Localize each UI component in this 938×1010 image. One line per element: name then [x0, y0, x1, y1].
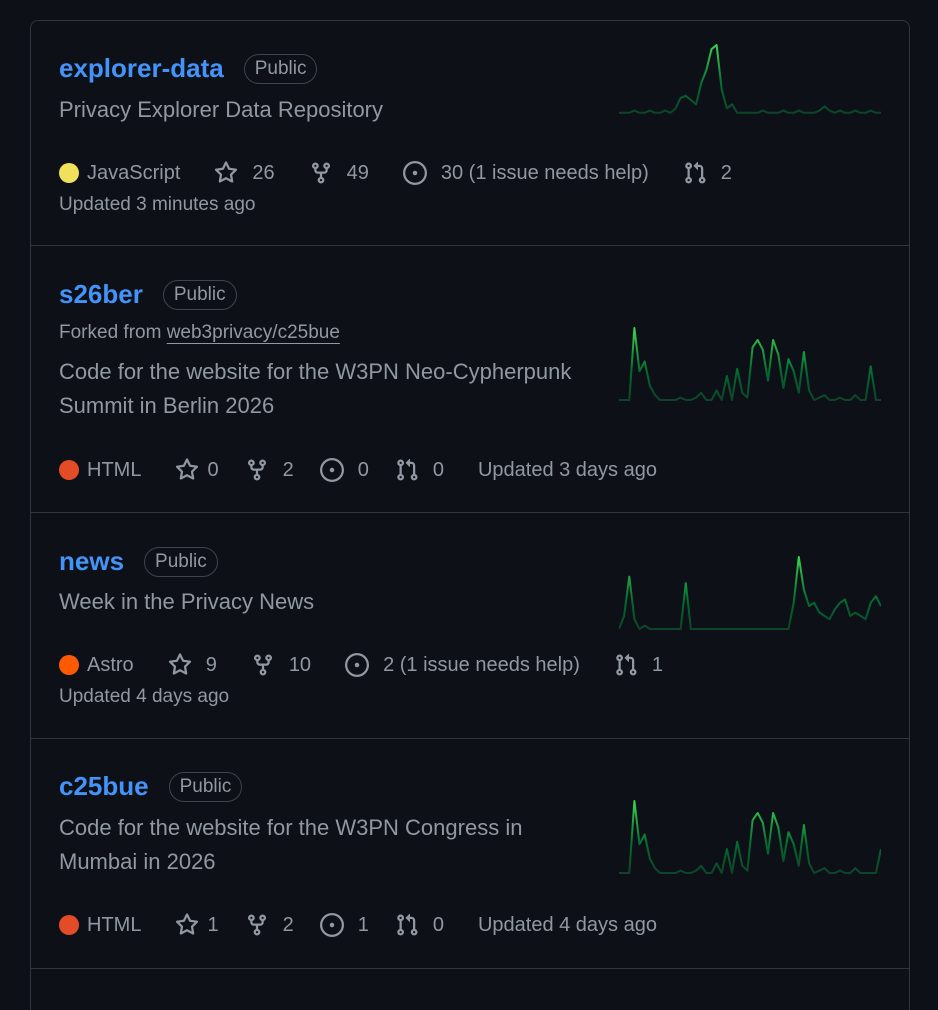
repo-item: news Public Week in the Privacy News Ast…: [31, 513, 909, 739]
language-label: JavaScript: [87, 161, 181, 184]
issues-count: 1: [357, 913, 369, 936]
repo-name-link[interactable]: s26ber: [59, 279, 143, 310]
issue-icon: [402, 161, 427, 185]
forks-count: 49: [346, 161, 369, 184]
issues-link[interactable]: 30 (1 issue needs help): [402, 161, 649, 185]
forked-from-link[interactable]: web3privacy/c25bue: [167, 322, 340, 343]
repo-meta: HTML 1 2 1 0 Updated 4 days ago: [59, 913, 691, 937]
repo-item: s26ber Public Forked from web3privacy/c2…: [31, 246, 909, 513]
stars-link[interactable]: 0: [175, 458, 219, 482]
issue-icon: [319, 458, 344, 482]
issues-count: 2 (1 issue needs help): [383, 653, 580, 676]
repo-description: Privacy Explorer Data Repository: [59, 97, 384, 122]
fork-icon: [247, 459, 266, 481]
issues-link[interactable]: 1: [319, 913, 369, 937]
updated-time: Updated 4 days ago: [477, 913, 657, 936]
updated-time: Updated 4 days ago: [59, 686, 230, 707]
repo-description: Week in the Privacy News: [59, 589, 315, 614]
star-icon: [176, 458, 199, 480]
visibility-badge: Public: [162, 279, 237, 310]
language-label: HTML: [87, 913, 142, 936]
star-icon: [176, 913, 199, 935]
pull-request-icon: [616, 653, 637, 676]
language-label: Astro: [87, 653, 134, 676]
forked-from: Forked from web3privacy/c25bue: [59, 322, 340, 344]
language: JavaScript: [59, 162, 180, 185]
repo-description: Code for the website for the W3PN Neo-Cy…: [59, 359, 572, 418]
issues-link[interactable]: 0: [319, 458, 369, 482]
stars-count: 1: [207, 913, 219, 936]
repo-name-link[interactable]: c25bue: [59, 771, 149, 802]
stars-count: 9: [205, 653, 217, 676]
language-color-dot: [59, 163, 79, 183]
forks-link[interactable]: 2: [245, 913, 294, 937]
fork-icon: [247, 914, 266, 936]
activity-line: [619, 556, 881, 630]
pull-request-icon: [685, 161, 706, 184]
visibility-badge: Public: [243, 53, 318, 84]
pull-request-icon: [397, 913, 418, 936]
stars-link[interactable]: 9: [168, 653, 217, 677]
visibility-badge: Public: [144, 546, 218, 577]
language-label: HTML: [87, 458, 142, 481]
repo-name-link[interactable]: news: [59, 546, 124, 577]
stars-count: 0: [207, 458, 219, 481]
activity-sparkline: [619, 327, 881, 401]
visibility-badge: Public: [168, 771, 243, 802]
forks-link[interactable]: 2: [245, 458, 294, 482]
forks-count: 10: [288, 653, 312, 676]
activity-line: [619, 44, 881, 114]
star-icon: [168, 653, 191, 675]
forks-count: 2: [282, 458, 294, 481]
repo-item: explorer-data Public Privacy Explorer Da…: [31, 21, 909, 246]
activity-line: [619, 327, 881, 401]
language: HTML: [59, 914, 141, 937]
issues-count: 30 (1 issue needs help): [440, 161, 649, 184]
updated-time: Updated 3 minutes ago: [59, 194, 256, 215]
repo-name-link[interactable]: explorer-data: [59, 53, 224, 84]
activity-line: [619, 800, 881, 874]
repository-list: explorer-data Public Privacy Explorer Da…: [30, 20, 910, 1010]
language: Astro: [59, 654, 134, 677]
repo-item: c25bue Public Code for the website for t…: [31, 739, 909, 969]
pull-requests-link[interactable]: 2: [683, 161, 732, 185]
forks-link[interactable]: 49: [309, 161, 369, 185]
language-color-dot: [59, 460, 79, 480]
forked-from-label: Forked from: [59, 322, 167, 343]
pull-requests-link[interactable]: 1: [614, 653, 663, 677]
pull-requests-count: 0: [432, 458, 444, 481]
pull-request-icon: [397, 458, 418, 481]
activity-sparkline: [619, 556, 881, 630]
issue-icon: [319, 913, 344, 937]
activity-sparkline: [619, 800, 881, 874]
fork-icon: [253, 654, 272, 676]
repo-meta: Astro 9 10 2 (1 issue needs help) 1: [59, 653, 697, 677]
repo-description: Code for the website for the W3PN Congre…: [59, 815, 523, 874]
forks-count: 2: [282, 913, 294, 936]
forks-link[interactable]: 10: [251, 653, 311, 677]
language-color-dot: [59, 655, 79, 675]
pull-requests-count: 0: [432, 913, 444, 936]
stars-count: 26: [252, 161, 275, 184]
stars-link[interactable]: 26: [214, 161, 275, 185]
activity-sparkline: [619, 44, 881, 114]
pull-requests-count: 1: [651, 653, 663, 676]
pull-requests-link[interactable]: 0: [395, 458, 444, 482]
language-color-dot: [59, 915, 79, 935]
updated-time: Updated 3 days ago: [477, 458, 657, 481]
pull-requests-link[interactable]: 0: [395, 913, 444, 937]
language: HTML: [59, 459, 141, 482]
star-icon: [215, 161, 238, 183]
fork-icon: [311, 162, 330, 184]
issues-link[interactable]: 2 (1 issue needs help): [345, 653, 580, 677]
pull-requests-count: 2: [720, 161, 732, 184]
repo-meta: HTML 0 2 0 0 Updated 3 days ago: [59, 458, 691, 482]
issue-icon: [345, 653, 370, 677]
issues-count: 0: [357, 458, 369, 481]
repo-meta: JavaScript 26 49 30 (1 issue needs help)…: [59, 161, 766, 185]
stars-link[interactable]: 1: [175, 913, 219, 937]
